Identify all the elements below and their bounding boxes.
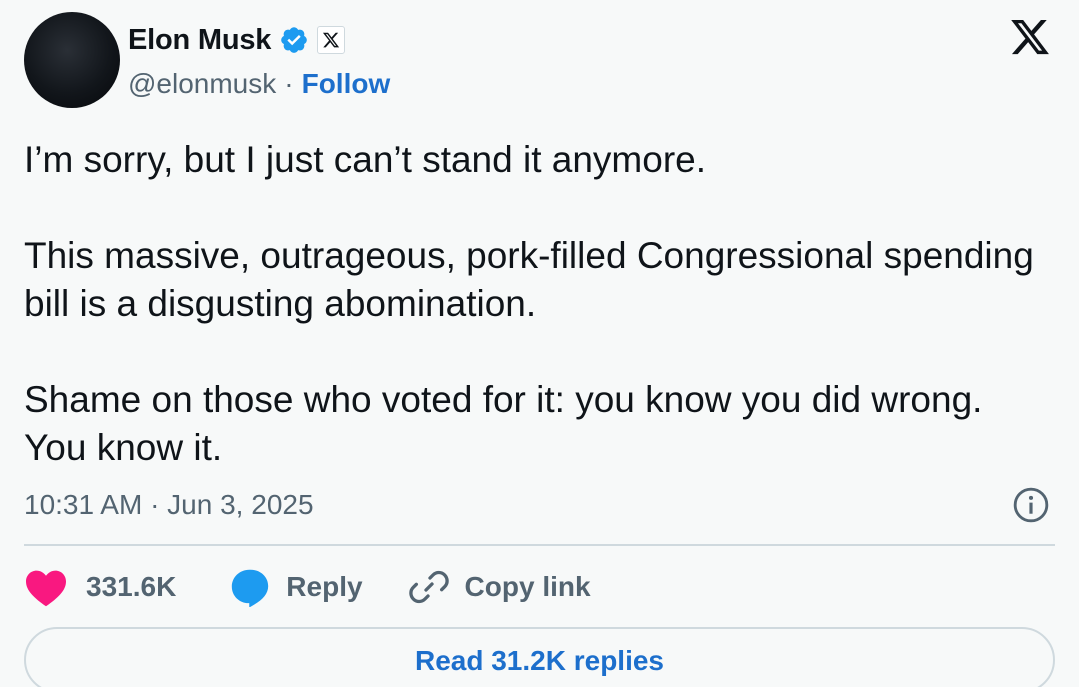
copy-link-label: Copy link xyxy=(464,571,591,602)
avatar[interactable] xyxy=(24,12,120,108)
author-handle-row: @elonmusk · Follow xyxy=(128,64,390,104)
info-icon[interactable] xyxy=(1012,486,1050,524)
follow-link[interactable]: Follow xyxy=(302,68,391,100)
heart-icon xyxy=(26,570,66,607)
like-count: 331.6K xyxy=(86,571,177,602)
action-bar: 331.6K Reply Copy link xyxy=(24,564,591,610)
x-logo-icon[interactable] xyxy=(1006,16,1054,58)
tweet-text: I’m sorry, but I just can’t stand it any… xyxy=(24,139,1034,468)
author-handle[interactable]: @elonmusk xyxy=(128,68,276,100)
separator-dot: · xyxy=(284,68,294,99)
verified-badge-icon xyxy=(281,27,308,53)
author-name[interactable]: Elon Musk xyxy=(128,24,271,57)
tweet-timestamp[interactable]: 10:31 AM · Jun 3, 2025 xyxy=(24,484,314,526)
divider xyxy=(24,544,1055,546)
link-icon xyxy=(408,570,449,604)
copy-link-button[interactable]: Copy link xyxy=(408,567,591,607)
x-affiliate-badge-icon xyxy=(317,26,346,54)
speech-bubble-icon xyxy=(232,569,269,607)
like-button[interactable]: 331.6K xyxy=(24,567,176,607)
reply-label: Reply xyxy=(286,571,363,602)
tweet-embed-card: Elon Musk @elonmusk · Follow I’m sorry, … xyxy=(0,0,1079,687)
reply-button[interactable]: Reply xyxy=(228,567,363,607)
read-replies-button[interactable]: Read 31.2K replies xyxy=(24,627,1055,687)
author-name-row: Elon Musk xyxy=(128,18,346,62)
